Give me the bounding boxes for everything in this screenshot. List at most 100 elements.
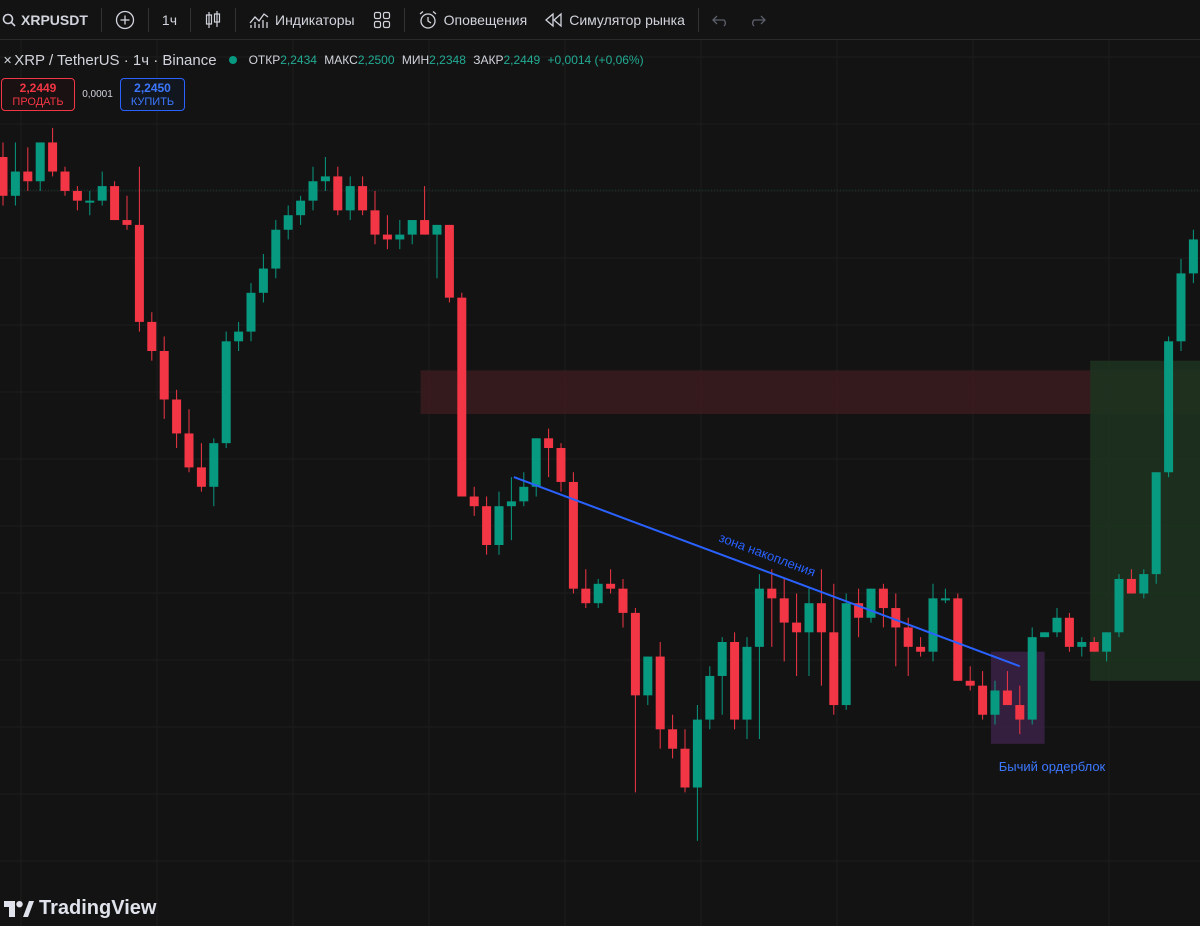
candle-up: [308, 166, 318, 211]
divider: [147, 7, 149, 32]
candle-body: [581, 588, 591, 604]
candle-body: [48, 142, 58, 172]
high-label: МАКС: [324, 53, 358, 67]
candle-body: [668, 729, 678, 749]
candle-body: [420, 220, 430, 235]
candle-down: [618, 578, 628, 628]
candle-body: [184, 433, 194, 468]
chart-type-button[interactable]: [195, 0, 231, 40]
candle-up: [1151, 472, 1161, 584]
undo-button[interactable]: [703, 0, 739, 40]
indicators-button[interactable]: Индикаторы: [240, 0, 364, 40]
close-label: ЗАКР: [473, 53, 504, 67]
trendline: [513, 476, 1021, 668]
open-label: ОТКР: [248, 53, 281, 67]
candle-up: [928, 583, 938, 662]
candle-down: [630, 608, 640, 793]
buy-button[interactable]: 2,2450 КУПИТЬ: [120, 78, 185, 111]
candle-down: [159, 336, 169, 419]
candle-up: [940, 588, 950, 604]
candle-body: [382, 234, 392, 240]
candle-body: [940, 598, 950, 601]
candle-up: [717, 637, 727, 715]
compare-button[interactable]: [106, 0, 144, 40]
alerts-button[interactable]: Оповещения: [409, 0, 537, 40]
candle-up: [10, 142, 20, 206]
candle-body: [97, 186, 107, 201]
replay-label: Симулятор рынка: [569, 11, 685, 28]
candle-down: [606, 569, 616, 594]
candle-body: [333, 176, 343, 211]
candle-up: [742, 637, 752, 739]
candle-down: [556, 443, 566, 492]
candle-body: [655, 656, 665, 730]
candle-body: [72, 190, 82, 201]
candle-down: [48, 127, 58, 177]
legend-title[interactable]: XRP / TetherUS · 1ч · Binance: [14, 52, 216, 69]
top-toolbar: XRPUSDT 1ч Индикаторы Оповещения Симулят…: [0, 0, 1200, 40]
candle-body: [258, 268, 268, 293]
candle-down: [147, 312, 157, 361]
replay-button[interactable]: Симулятор рынка: [536, 0, 694, 40]
candle-body: [841, 603, 851, 706]
redo-button[interactable]: [739, 0, 775, 40]
candle-body: [1139, 574, 1149, 594]
candle-down: [668, 714, 678, 759]
candle-body: [469, 496, 479, 507]
collapse-legend-icon[interactable]: ✕: [3, 54, 12, 67]
candle-body: [134, 224, 144, 322]
candle-body: [1164, 341, 1174, 473]
candle-up: [234, 321, 244, 351]
candle-body: [643, 656, 653, 696]
low-value: 2,2348: [429, 53, 466, 67]
candle-body: [110, 186, 120, 221]
candle-body: [1027, 637, 1037, 720]
candle-up: [1040, 632, 1050, 638]
candles-icon: [205, 10, 221, 28]
price-chart[interactable]: зона накопленияБычий ордерблок: [0, 0, 1200, 926]
undo-icon: [711, 15, 726, 26]
candle-down: [0, 142, 8, 206]
candle-body: [209, 443, 219, 487]
low-label: МИН: [401, 53, 430, 67]
spread-value: 0,0001: [82, 89, 113, 100]
candle-body: [1188, 239, 1198, 274]
candle-body: [792, 622, 802, 633]
search-icon: [2, 13, 16, 27]
candle-down: [420, 186, 430, 235]
symbol-search-button[interactable]: XRPUSDT: [0, 0, 97, 40]
candle-down: [196, 443, 206, 492]
alerts-label: Оповещения: [443, 11, 528, 28]
layout-grid-icon: [373, 11, 390, 28]
candle-up: [209, 438, 219, 507]
buy-label: КУПИТЬ: [130, 96, 175, 108]
candle-body: [680, 748, 690, 788]
sell-button[interactable]: 2,2449 ПРОДАТЬ: [1, 78, 75, 111]
candle-body: [234, 331, 244, 342]
candle-body: [172, 399, 182, 434]
candle-body: [519, 486, 529, 502]
candle-body: [35, 142, 45, 182]
candle-body: [928, 598, 938, 652]
redo-icon: [751, 15, 766, 26]
candle-body: [903, 627, 913, 647]
close-value: 2,2449: [503, 53, 541, 67]
candle-up: [432, 224, 442, 279]
templates-button[interactable]: [364, 0, 400, 40]
candle-body: [953, 598, 963, 681]
candle-body: [1151, 472, 1161, 575]
candle-body: [730, 642, 740, 720]
candle-body: [395, 234, 405, 240]
candle-down: [1064, 612, 1074, 652]
plus-circle-icon: [115, 10, 135, 29]
candle-down: [792, 593, 802, 676]
candle-body: [0, 157, 8, 196]
candle-down: [544, 428, 554, 478]
interval-button[interactable]: 1ч: [153, 0, 186, 40]
market-status-icon[interactable]: [228, 56, 237, 64]
candle-up: [345, 176, 355, 221]
candle-body: [10, 171, 20, 196]
candle-down: [854, 588, 864, 638]
candle-body: [767, 588, 777, 599]
tradingview-logo-icon: [4, 900, 34, 917]
